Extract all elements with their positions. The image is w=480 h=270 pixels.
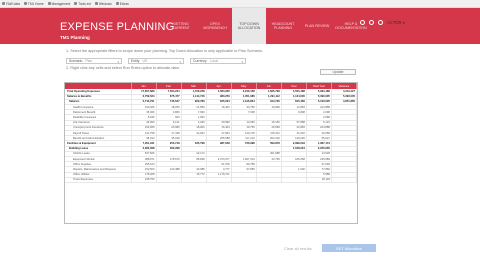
user-icon[interactable] bbox=[378, 20, 383, 25]
filter-value: Local bbox=[209, 59, 218, 63]
tab-item[interactable]: OPEX WORKBENCH bbox=[198, 8, 232, 44]
bookmark-icon bbox=[94, 2, 98, 5]
instruction-step1: 1. Select the appropriate filters to sco… bbox=[66, 49, 264, 53]
tab-item[interactable]: HELP & DOCUMENTATION bbox=[334, 8, 368, 44]
bookmark-icon bbox=[2, 2, 5, 5]
bookmark-icon bbox=[47, 2, 51, 5]
bookmark-label: Extras bbox=[119, 1, 129, 6]
help-icon[interactable] bbox=[369, 20, 374, 25]
data-cell[interactable] bbox=[206, 177, 232, 183]
bookmark-icon bbox=[74, 2, 78, 5]
filter-select[interactable]: Scenario Plan ▾ bbox=[66, 58, 122, 64]
filter-label: Entity bbox=[131, 59, 140, 63]
chevron-down-icon: ▾ bbox=[241, 60, 243, 64]
tab-item[interactable]: TOP DOWN ALLOCATION bbox=[232, 8, 266, 44]
chevron-down-icon: ▾ bbox=[117, 60, 119, 64]
bookmark-item[interactable]: Tools ext bbox=[74, 2, 91, 6]
data-cell[interactable] bbox=[181, 177, 207, 183]
data-cell[interactable]: 36,118 bbox=[306, 177, 332, 183]
clear-results-link[interactable]: Clear all results bbox=[284, 246, 312, 251]
bookmark-label: FAW data bbox=[6, 1, 20, 6]
filter-label: Scenario bbox=[69, 59, 83, 63]
filter-value: Plan bbox=[85, 59, 93, 63]
filter-select[interactable]: Entity US ▾ bbox=[128, 58, 184, 64]
filter-select[interactable]: Currency Local ▾ bbox=[190, 58, 246, 64]
tab-item[interactable]: PLAN REVIEW bbox=[300, 8, 334, 44]
bookmarks-bar: FAW data TM1 Home Management Tools ext Windo… bbox=[0, 0, 480, 8]
app-subtitle: TM1 Planning bbox=[60, 35, 90, 40]
tab-item[interactable]: HEADCOUNT PLANNING bbox=[266, 8, 300, 44]
bookmark-item[interactable]: TM1 Home bbox=[23, 1, 44, 6]
data-cell[interactable] bbox=[331, 177, 357, 183]
update-button[interactable]: Update bbox=[320, 69, 356, 75]
row-label: Travel Expenses bbox=[65, 177, 132, 183]
table-row: Travel Expenses 235,750 36,118 bbox=[65, 177, 357, 183]
bookmark-item[interactable]: Extras bbox=[115, 1, 129, 6]
instruction-step2: 2. Right click any cells and select Run … bbox=[66, 66, 180, 70]
bookmark-icon bbox=[23, 2, 27, 5]
bookmark-item[interactable]: Management bbox=[47, 1, 71, 6]
main-tabs: SETTING CURRENT OPEX WORKBENCH TOP DOWN AL… bbox=[164, 8, 368, 44]
bookmark-label: Management bbox=[51, 1, 71, 6]
filter-label: Currency bbox=[193, 59, 207, 63]
header-tools: ACTOR ▾ bbox=[360, 20, 405, 25]
data-cell[interactable] bbox=[156, 177, 182, 183]
data-cell[interactable] bbox=[281, 177, 307, 183]
allocation-grid[interactable]: Jan Feb Mar Apr May Jun Year Total Year Variance… bbox=[64, 82, 358, 224]
bookmark-item[interactable]: Windows bbox=[94, 1, 112, 6]
home-icon[interactable] bbox=[360, 20, 365, 25]
chevron-down-icon: ▾ bbox=[179, 60, 181, 64]
data-cell[interactable]: 235,750 bbox=[131, 177, 157, 183]
set-allocation-button[interactable]: SET Allocation bbox=[322, 244, 376, 252]
tab-item[interactable]: SETTING CURRENT bbox=[164, 8, 198, 44]
bookmark-icon bbox=[115, 2, 119, 5]
user-menu[interactable]: ACTOR ▾ bbox=[387, 20, 405, 25]
bookmark-item[interactable]: FAW data bbox=[2, 2, 20, 6]
bookmark-label: TM1 Home bbox=[27, 1, 44, 6]
bookmark-label: Windows bbox=[98, 1, 112, 6]
data-cell[interactable] bbox=[231, 177, 257, 183]
bookmark-label: Tools ext bbox=[78, 1, 91, 6]
app-title: EXPENSE PLANNING bbox=[60, 21, 175, 33]
data-cell[interactable] bbox=[256, 177, 282, 183]
allocation-table: Jan Feb Mar Apr May Jun Year Total Year Variance… bbox=[65, 83, 357, 183]
filter-row: Scenario Plan ▾ Entity US ▾ Currency Local ▾ bbox=[66, 58, 246, 64]
filter-value: US bbox=[142, 59, 148, 63]
